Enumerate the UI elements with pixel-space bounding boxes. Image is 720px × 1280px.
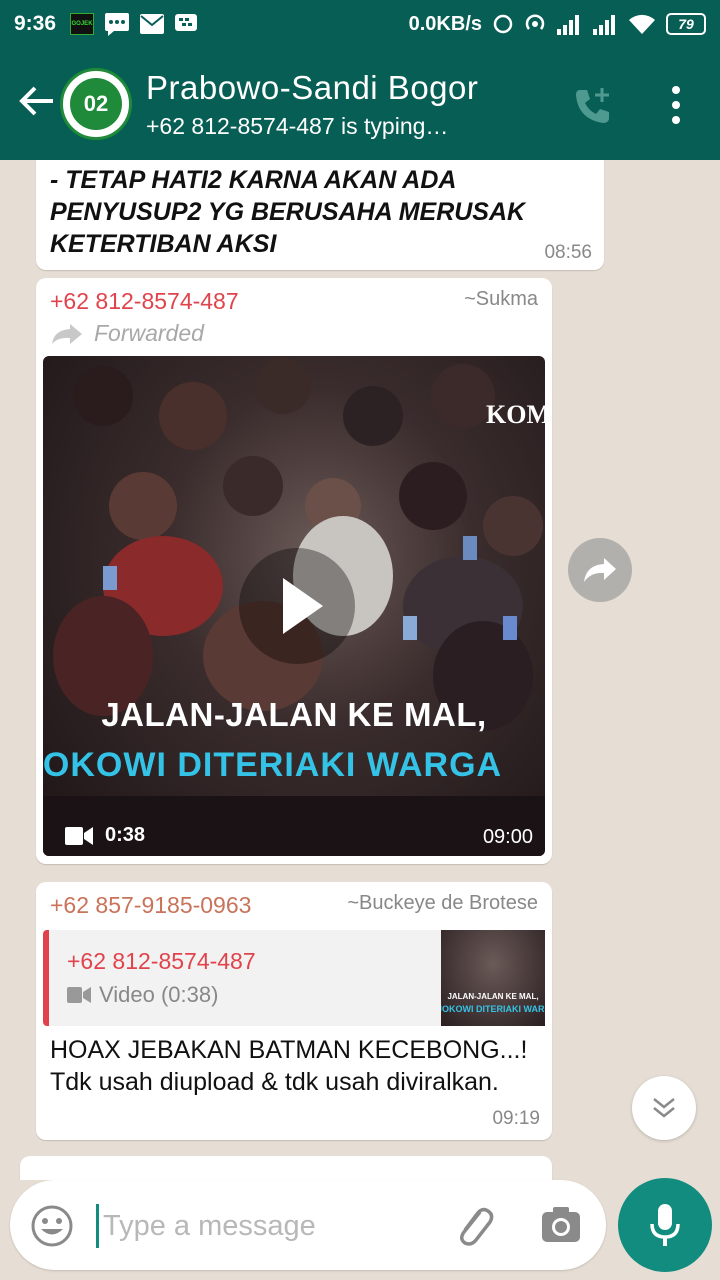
add-call-icon[interactable]	[572, 86, 612, 126]
message-time: 09:00	[482, 826, 533, 848]
message-sender[interactable]: +62 812-8574-487	[50, 288, 239, 315]
sync-icon	[493, 14, 513, 34]
video-watermark: KOM	[486, 400, 545, 429]
video-camera-icon	[67, 987, 91, 1003]
video-message-bubble[interactable]: +62 812-8574-487 ~Sukma Forwarded KOM JA…	[36, 278, 552, 864]
thumb-caption-line2: JOKOWI DITERIAKI WARGA	[441, 1004, 545, 1014]
back-arrow-icon[interactable]	[0, 82, 60, 127]
avatar-label: 02	[70, 78, 122, 130]
more-options-icon[interactable]	[664, 84, 688, 126]
chat-title-block[interactable]: Prabowo-Sandi Bogor +62 812-8574-487 is …	[146, 69, 478, 140]
sender-alias: ~Buckeye de Brotese	[347, 892, 538, 914]
message-time: 09:19	[492, 1108, 540, 1129]
chat-header: 02 Prabowo-Sandi Bogor +62 812-8574-487 …	[0, 48, 720, 160]
video-caption-line1: JALAN-JALAN KE MAL,	[101, 696, 487, 733]
quoted-message[interactable]: +62 812-8574-487 Video (0:38) JALAN-JALA…	[43, 930, 545, 1026]
microphone-icon	[650, 1204, 680, 1246]
video-duration-text: 0:38	[105, 824, 146, 846]
message-time: 08:56	[544, 242, 592, 263]
forwarded-text: Forwarded	[94, 320, 204, 346]
message-text: - TETAP HATI2 KARNA AKAN ADA PENYUSUP2 Y…	[50, 166, 526, 258]
forwarded-label: Forwarded	[50, 320, 204, 347]
signal-icon-2	[593, 15, 615, 35]
group-avatar[interactable]: 02	[60, 68, 132, 140]
battery-icon: 79	[666, 13, 706, 35]
network-speed: 0.0KB/s	[408, 12, 482, 35]
video-camera-icon	[65, 826, 93, 845]
message-text: HOAX JEBAKAN BATMAN KECEBONG...! Tdk usa…	[50, 1036, 528, 1096]
voice-record-button[interactable]	[618, 1178, 712, 1272]
share-arrow-icon	[584, 558, 616, 582]
gojek-notification-icon: GOJEK	[70, 13, 95, 35]
forward-button[interactable]	[568, 538, 632, 602]
sender-alias: ~Sukma	[464, 288, 538, 310]
bbm-notification-icon	[175, 14, 198, 31]
quoted-type: Video (0:38)	[67, 982, 218, 1008]
chat-notification-icon	[105, 13, 130, 36]
signal-icon	[557, 15, 579, 35]
message-bubble-partial[interactable]	[20, 1156, 552, 1180]
quoted-sender: +62 812-8574-487	[67, 948, 256, 974]
reply-message-bubble[interactable]: +62 857-9185-0963 ~Buckeye de Brotese +6…	[36, 882, 552, 1140]
message-list[interactable]: - TETAP HATI2 KARNA AKAN ADA PENYUSUP2 Y…	[0, 160, 720, 1180]
hotspot-icon	[525, 14, 545, 30]
quoted-type-text: Video (0:38)	[99, 982, 219, 1007]
wifi-icon	[629, 14, 655, 34]
video-caption-line2: JOKOWI DITERIAKI WARGA	[43, 746, 503, 784]
chat-title: Prabowo-Sandi Bogor	[146, 68, 479, 106]
scroll-to-bottom-button[interactable]	[632, 1076, 696, 1140]
camera-icon[interactable]	[540, 1204, 582, 1246]
message-composer	[10, 1180, 606, 1270]
double-chevron-down-icon	[653, 1098, 675, 1118]
message-bubble[interactable]: - TETAP HATI2 KARNA AKAN ADA PENYUSUP2 Y…	[36, 160, 604, 270]
mail-notification-icon	[140, 14, 165, 34]
emoji-icon[interactable]	[30, 1204, 74, 1248]
video-thumbnail[interactable]: KOM JALAN-JALAN KE MAL, JOKOWI DITERIAKI…	[43, 356, 545, 856]
status-bar: 9:36 GOJEK 0.0KB/s 79	[0, 0, 720, 48]
play-button[interactable]	[239, 548, 355, 664]
quoted-thumbnail: JALAN-JALAN KE MAL, JOKOWI DITERIAKI WAR…	[441, 930, 545, 1026]
status-time: 9:36	[14, 12, 57, 35]
video-duration: 0:38	[65, 824, 145, 847]
typing-status: +62 812-8574-487 is typing…	[146, 112, 449, 139]
forwarded-icon	[52, 323, 82, 344]
message-sender[interactable]: +62 857-9185-0963	[50, 892, 251, 919]
message-input[interactable]	[96, 1204, 426, 1248]
attach-icon[interactable]	[450, 1202, 496, 1248]
thumb-caption-line1: JALAN-JALAN KE MAL,	[447, 992, 539, 1001]
play-icon	[283, 578, 323, 634]
